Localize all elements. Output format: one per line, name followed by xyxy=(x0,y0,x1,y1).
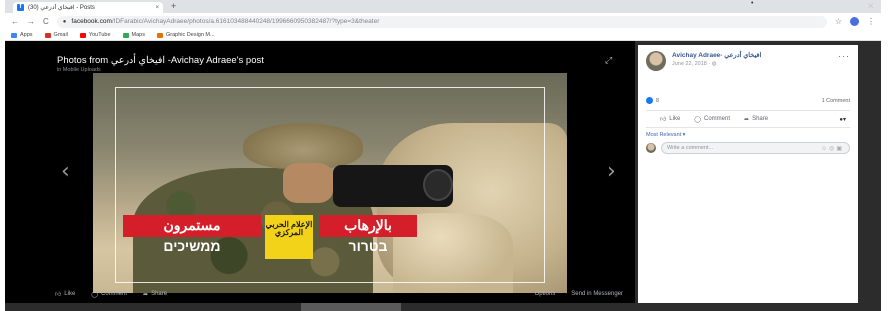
theater-like-button[interactable]: 👍︎ Like xyxy=(55,290,75,298)
audience-selector-icon[interactable]: ●▾ xyxy=(839,116,846,123)
photo-stage: Photos from افيخاي أدرعي -Avichay Adraee… xyxy=(5,41,635,303)
menu-dots-icon[interactable]: ⋮ xyxy=(867,17,875,26)
theater-share-button[interactable]: ➦ Share xyxy=(143,291,167,298)
theater-comment-button[interactable]: ◯ Comment xyxy=(91,291,127,298)
post-action-bar: 👍︎ Like ◯ Comment ➦ Share ●▾ xyxy=(646,110,850,128)
commenter-avatar xyxy=(646,143,656,153)
send-in-messenger-button[interactable]: Send in Messenger xyxy=(571,291,623,297)
theater-comment-label: Comment xyxy=(101,291,128,297)
image-caption-arabic-left: مستمرون xyxy=(123,215,261,237)
gmail-icon xyxy=(44,32,51,38)
bookmark-star-icon[interactable]: ☆ xyxy=(835,17,842,26)
browser-tab[interactable]: f (30) افيخاي أدرعي - Posts × xyxy=(13,2,163,13)
address-bar[interactable]: ● facebook.com /IDFarabic/AvichayAdraee/… xyxy=(56,15,827,28)
post-date[interactable]: June 22, 2018 · ◍ xyxy=(672,61,761,67)
reactions-count[interactable]: 8 xyxy=(656,98,659,104)
post-header: Avichay Adraee- افيخاي أدرعي June 22, 20… xyxy=(638,45,858,77)
like-button[interactable]: 👍︎ Like xyxy=(660,115,680,123)
reload-icon[interactable]: C xyxy=(43,17,49,26)
bookmark-label: Apps xyxy=(20,32,33,38)
previous-photo-icon[interactable]: ‹ xyxy=(61,159,70,184)
share-arrow-icon: ➦ xyxy=(143,291,149,298)
youtube-icon xyxy=(79,32,86,38)
new-tab-button[interactable]: + xyxy=(171,1,176,11)
theater-like-label: Like xyxy=(64,291,76,297)
browser-window: f (30) افيخاي أدرعي - Posts × + • ← → C … xyxy=(5,0,881,311)
bookmark-label: Gmail xyxy=(53,32,68,38)
bookmark-label: YouTube xyxy=(88,32,111,38)
reaction-counts: 8 1 Comment xyxy=(638,97,858,104)
bookmark-label: Maps xyxy=(131,32,145,38)
lock-icon: ● xyxy=(62,18,67,25)
bookmark-maps[interactable]: Maps xyxy=(122,32,145,38)
post-date-text: June 22, 2018 · xyxy=(672,61,712,67)
expand-icon[interactable]: ⤢ xyxy=(605,55,612,66)
bookmarks-bar: Apps Gmail YouTube Maps Graphic Design M… xyxy=(5,30,881,41)
theater-options-button[interactable]: Options xyxy=(535,291,556,297)
close-theater-icon[interactable]: ✕ xyxy=(867,1,875,12)
window-control-icon[interactable]: • xyxy=(751,0,753,7)
apps-grid-icon xyxy=(11,32,17,38)
image-caption-arabic-right: بالإرهاب xyxy=(319,215,417,237)
bookmark-apps[interactable]: Apps xyxy=(11,32,33,38)
bookmark-graphic-design[interactable]: Graphic Design M... xyxy=(157,32,215,38)
globe-icon: ◍ xyxy=(711,61,717,67)
thumbs-up-icon: 👍︎ xyxy=(660,117,667,123)
post-photo[interactable]: بالإرهاب בטרור الإعلام الحربي المركزي مس… xyxy=(93,73,567,293)
address-toolbar: ← → C ● facebook.com /IDFarabic/AvichayA… xyxy=(5,13,881,30)
tab-bar: f (30) افيخاي أدرعي - Posts × + • xyxy=(5,0,881,13)
share-label: Share xyxy=(752,116,769,122)
author-avatar[interactable] xyxy=(646,51,666,71)
maps-icon xyxy=(122,32,129,38)
bookmark-label: Graphic Design M... xyxy=(166,32,215,38)
bookmark-gmail[interactable]: Gmail xyxy=(44,32,68,38)
image-caption-hebrew-right: בטרור xyxy=(348,238,388,254)
comment-bubble-icon: ◯ xyxy=(91,291,99,298)
url-host: facebook.com xyxy=(71,18,112,25)
like-reaction-icon xyxy=(646,97,653,104)
graphic-design-icon xyxy=(157,32,163,38)
back-arrow-icon[interactable]: ← xyxy=(11,17,19,26)
tab-title: (30) افيخاي أدرعي - Posts xyxy=(28,5,95,11)
more-options-icon[interactable]: ··· xyxy=(838,51,850,61)
facebook-favicon-icon: f xyxy=(17,4,24,11)
comments-count[interactable]: 1 Comment xyxy=(822,98,850,104)
url-path: /IDFarabic/AvichayAdraee/photos/a.616103… xyxy=(111,18,380,25)
comment-label: Comment xyxy=(704,116,731,122)
share-arrow-icon: ➦ xyxy=(744,116,750,123)
image-caption-hebrew-left: ממשיכים xyxy=(163,238,221,254)
theater-action-bar: 👍︎ Like ◯ Comment ➦ Share Options Send i… xyxy=(5,285,635,303)
author-info: Avichay Adraee- افيخاي أدرعي June 22, 20… xyxy=(672,51,761,67)
next-photo-icon[interactable]: › xyxy=(607,159,616,184)
comment-button[interactable]: ◯ Comment xyxy=(694,116,730,123)
image-logo-caption: الإعلام الحربي المركزي xyxy=(265,215,313,259)
comment-bubble-icon: ◯ xyxy=(694,116,702,123)
author-name[interactable]: Avichay Adraee- افيخاي أدرعي xyxy=(672,51,761,59)
comment-input[interactable]: Write a comment... ☺◎▣ xyxy=(661,142,850,154)
bottom-strip xyxy=(301,303,401,311)
share-button[interactable]: ➦ Share xyxy=(744,116,768,123)
comment-placeholder: Write a comment... xyxy=(667,145,714,151)
bookmark-youtube[interactable]: YouTube xyxy=(79,32,111,38)
theater-share-label: Share xyxy=(151,291,168,297)
tab-close-icon[interactable]: × xyxy=(155,5,159,11)
theater-title: Photos from افيخاي أدرعي -Avichay Adraee… xyxy=(57,55,264,66)
thumbs-up-icon: 👍︎ xyxy=(55,292,62,298)
forward-arrow-icon[interactable]: → xyxy=(27,17,35,26)
comment-composer: Write a comment... ☺◎▣ xyxy=(638,142,858,154)
like-label: Like xyxy=(669,116,681,122)
emoji-camera-gif-icons[interactable]: ☺◎▣ xyxy=(821,145,844,152)
comment-sort-dropdown[interactable]: Most Relevant ▾ xyxy=(638,128,858,142)
profile-avatar[interactable] xyxy=(850,17,859,26)
post-side-panel: Avichay Adraee- افيخاي أدرعي June 22, 20… xyxy=(638,45,858,303)
